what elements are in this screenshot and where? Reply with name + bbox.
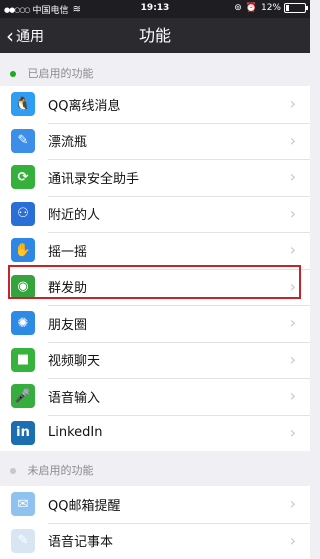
feature-row[interactable]: ■ 视频聊天 › bbox=[0, 342, 310, 379]
rotation-lock-icon: ⊚ bbox=[234, 3, 242, 13]
qq-mail-icon: ✉ bbox=[11, 492, 35, 516]
disabled-dot-icon bbox=[10, 468, 16, 474]
enabled-feature-list: 🐧 QQ离线消息 › ✎ 漂流瓶 › ⟳ 通讯录安全助手 › ⚇ 附近的人 › ✋ 摇一摇 › ◉ 群发助 › ✺ 朋… bbox=[0, 86, 310, 451]
status-right: ⊚ ⏰ 12% bbox=[234, 3, 306, 13]
linkedin-icon: in bbox=[11, 421, 35, 445]
alarm-icon: ⏰ bbox=[246, 3, 257, 13]
feature-row[interactable]: ✎ 漂流瓶 › bbox=[0, 123, 310, 160]
chevron-right-icon: › bbox=[290, 415, 296, 452]
feature-label: 漂流瓶 bbox=[48, 131, 87, 150]
chevron-right-icon: › bbox=[290, 196, 296, 233]
chevron-right-icon: › bbox=[290, 305, 296, 342]
back-button[interactable]: ‹ 通用 bbox=[6, 18, 44, 53]
chevron-right-icon: › bbox=[290, 342, 296, 379]
feature-label: 通讯录安全助手 bbox=[48, 168, 139, 187]
chevron-right-icon: › bbox=[290, 486, 296, 523]
feature-row[interactable]: ◉ 群发助 › bbox=[0, 269, 310, 306]
chevron-right-icon: › bbox=[290, 159, 296, 196]
chevron-right-icon: › bbox=[290, 86, 296, 123]
voice-input-icon: 🎤 bbox=[11, 384, 35, 408]
feature-label: 视频聊天 bbox=[48, 350, 100, 369]
navigation-bar: ‹ 通用 功能 bbox=[0, 18, 310, 53]
feature-label: 摇一摇 bbox=[48, 241, 87, 260]
feature-label: LinkedIn bbox=[48, 425, 102, 440]
broadcast-icon: ◉ bbox=[11, 275, 35, 299]
feature-row[interactable]: ✋ 摇一摇 › bbox=[0, 232, 310, 269]
section-header-enabled: 已启用的功能 bbox=[0, 60, 310, 88]
drift-bottle-icon: ✎ bbox=[11, 129, 35, 153]
chevron-right-icon: › bbox=[290, 378, 296, 415]
feature-label: 语音输入 bbox=[48, 387, 100, 406]
chevron-left-icon: ‹ bbox=[6, 26, 14, 46]
back-label: 通用 bbox=[16, 26, 44, 46]
chevron-right-icon: › bbox=[290, 269, 296, 306]
feature-label: 附近的人 bbox=[48, 204, 100, 223]
feature-label: 群发助 bbox=[48, 277, 87, 296]
people-nearby-icon: ⚇ bbox=[11, 202, 35, 226]
shake-icon: ✋ bbox=[11, 238, 35, 262]
disabled-feature-list: ✉QQ邮箱提醒›✎语音记事本› bbox=[0, 486, 310, 559]
video-chat-icon: ■ bbox=[11, 348, 35, 372]
feature-row[interactable]: 🐧 QQ离线消息 › bbox=[0, 86, 310, 123]
section-title-enabled: 已启用的功能 bbox=[28, 67, 94, 80]
contacts-security-icon: ⟳ bbox=[11, 165, 35, 189]
qq-penguin-icon: 🐧 bbox=[11, 92, 35, 116]
battery-icon bbox=[284, 3, 306, 13]
section-header-disabled: 未启用的功能 bbox=[0, 457, 310, 485]
feature-row[interactable]: ✉ QQ邮箱提醒 › bbox=[0, 486, 310, 523]
page-title: 功能 bbox=[0, 18, 310, 53]
moments-icon: ✺ bbox=[11, 311, 35, 335]
feature-row[interactable]: ✺ 朋友圈 › bbox=[0, 305, 310, 342]
feature-row[interactable]: ⚇ 附近的人 › bbox=[0, 196, 310, 233]
enabled-dot-icon bbox=[10, 71, 16, 77]
feature-label: 朋友圈 bbox=[48, 314, 87, 333]
chevron-right-icon: › bbox=[290, 123, 296, 160]
feature-label: QQ邮箱提醒 bbox=[48, 495, 120, 514]
battery-percent: 12% bbox=[261, 3, 281, 13]
chevron-right-icon: › bbox=[290, 232, 296, 269]
feature-label: QQ离线消息 bbox=[48, 95, 120, 114]
feature-row[interactable]: ⟳ 通讯录安全助手 › bbox=[0, 159, 310, 196]
status-bar: ●●○○○ 中国电信 ≋ 19:13 ⊚ ⏰ 12% bbox=[0, 0, 310, 18]
feature-row[interactable]: in LinkedIn › bbox=[0, 415, 310, 452]
section-title-disabled: 未启用的功能 bbox=[28, 464, 94, 477]
feature-row[interactable]: 🎤 语音输入 › bbox=[0, 378, 310, 415]
